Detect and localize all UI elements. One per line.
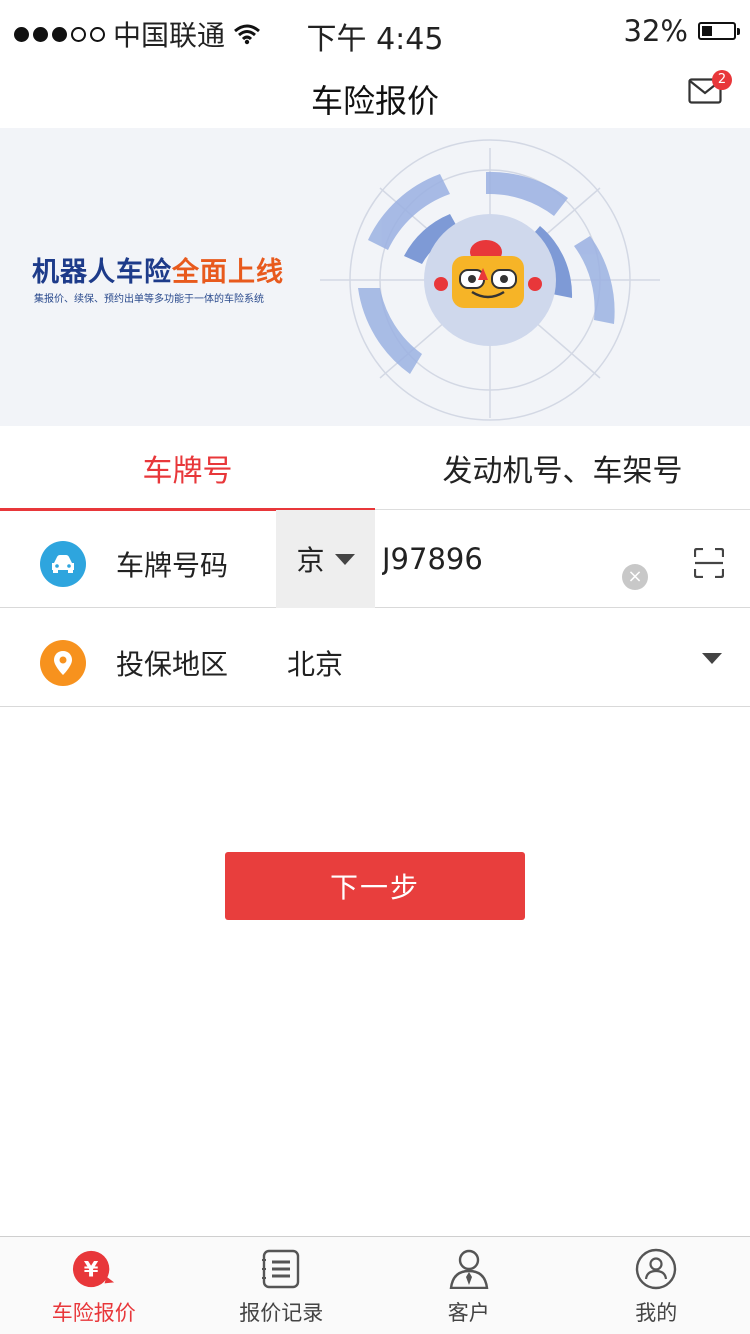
banner-title-highlight: 全面上线 [172, 257, 284, 288]
chevron-down-icon[interactable] [702, 653, 722, 664]
tabbar-label-customers: 客户 [447, 1301, 490, 1325]
tabbar-item-quote[interactable]: ¥ 车险报价 [0, 1237, 188, 1334]
location-pin-icon [40, 640, 86, 686]
status-left: 中国联通 [14, 14, 261, 54]
battery-icon [698, 22, 740, 40]
status-right: 32% [623, 14, 740, 48]
insured-area-label: 投保地区 [116, 648, 229, 681]
bottom-tab-bar: ¥ 车险报价 报价记录 客户 我的 [0, 1236, 750, 1334]
yuan-icon: ¥ [72, 1247, 116, 1291]
mail-button[interactable]: 2 [688, 70, 732, 106]
insured-area-value: 北京 [287, 648, 344, 681]
plate-number-label: 车牌号码 [116, 549, 229, 582]
search-mode-tabs: 车牌号 发动机号、车架号 [0, 426, 750, 511]
tabbar-label-quote: 车险报价 [51, 1301, 136, 1325]
banner-title-prefix: 机器人车险 [32, 257, 172, 288]
scan-icon[interactable] [694, 548, 724, 578]
profile-icon [634, 1247, 678, 1291]
battery-percent: 32% [623, 14, 688, 48]
navbar: 车险报价 2 [0, 62, 750, 128]
clear-input-button[interactable]: × [622, 564, 648, 590]
next-step-button[interactable]: 下一步 [225, 852, 525, 920]
wifi-icon [234, 24, 260, 45]
plate-number-input[interactable] [382, 536, 612, 582]
province-value: 京 [296, 544, 325, 577]
banner-title: 机器人车险全面上线 [32, 250, 284, 289]
svg-text:¥: ¥ [84, 1257, 99, 1282]
chevron-down-icon [334, 553, 355, 565]
tabbar-item-customers[interactable]: 客户 [375, 1237, 563, 1334]
close-icon: × [627, 566, 643, 587]
promo-banner[interactable]: 机器人车险全面上线 集报价、续保、预约出单等多功能于一体的车险系统 [0, 128, 750, 426]
robot-illustration [320, 139, 660, 421]
car-icon [40, 541, 86, 587]
tabbar-label-records: 报价记录 [239, 1301, 324, 1325]
carrier-name: 中国联通 [113, 19, 226, 52]
tabbar-item-records[interactable]: 报价记录 [188, 1237, 376, 1334]
customer-icon [447, 1247, 491, 1291]
province-select[interactable]: 京 [276, 510, 375, 608]
tab-engine-vin[interactable]: 发动机号、车架号 [375, 426, 750, 510]
status-bar: 中国联通 下午 4:45 32% [0, 0, 750, 62]
page-title: 车险报价 [310, 82, 439, 120]
tab-plate-number[interactable]: 车牌号 [0, 426, 375, 511]
signal-icon [14, 26, 105, 42]
plate-number-row: 车牌号码 京 × [0, 510, 750, 608]
insured-area-row[interactable]: 投保地区 北京 [0, 609, 750, 707]
list-icon [259, 1247, 303, 1291]
tabbar-label-me: 我的 [635, 1301, 678, 1325]
mail-badge: 2 [712, 70, 732, 90]
tabbar-item-me[interactable]: 我的 [563, 1237, 750, 1334]
banner-subtitle: 集报价、续保、预约出单等多功能于一体的车险系统 [34, 294, 264, 305]
